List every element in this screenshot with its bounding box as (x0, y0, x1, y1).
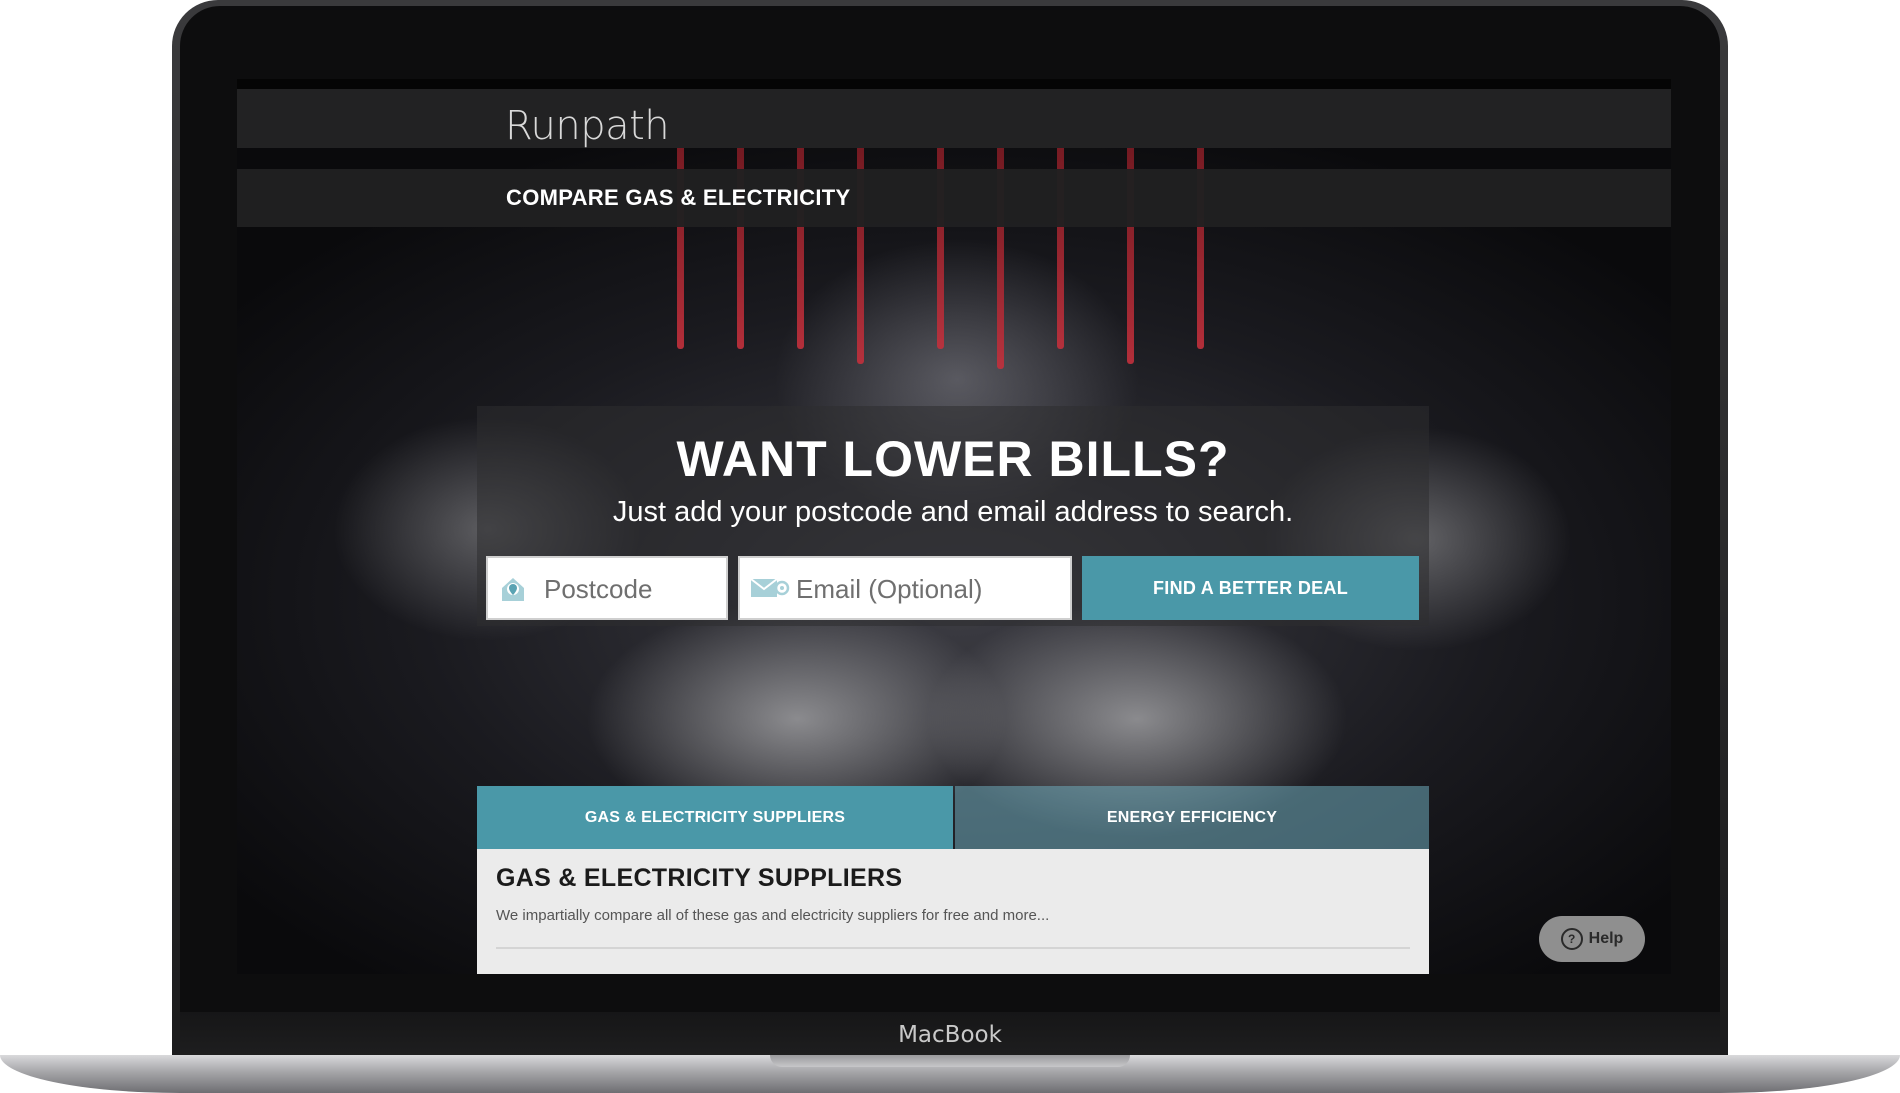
find-better-deal-button[interactable]: FIND A BETTER DEAL (1082, 556, 1419, 620)
site-header: Runpath (237, 79, 1671, 149)
search-panel: WANT LOWER BILLS? Just add your postcode… (477, 406, 1429, 626)
site-logo[interactable]: Runpath (505, 103, 670, 149)
screen: Runpath COMPARE GAS & ELECTRICITY WANT L… (237, 79, 1671, 974)
laptop-notch (770, 1055, 1130, 1067)
email-icon (750, 574, 790, 607)
cable-decoration (1057, 119, 1064, 349)
suppliers-content-card: GAS & ELECTRICITY SUPPLIERS We impartial… (477, 849, 1429, 974)
cable-decoration (797, 119, 804, 349)
postcode-input[interactable] (542, 558, 724, 620)
location-pin-icon (498, 574, 528, 609)
question-circle-icon: ? (1560, 928, 1583, 950)
help-label: Help (1588, 930, 1624, 948)
divider (496, 947, 1410, 949)
postcode-field[interactable] (486, 556, 728, 620)
section-title: GAS & ELECTRICITY SUPPLIERS (496, 864, 903, 892)
tab-gas-electricity-suppliers[interactable]: GAS & ELECTRICITY SUPPLIERS (477, 786, 953, 849)
hero-headline: WANT LOWER BILLS? (676, 431, 1230, 487)
cable-decoration (1197, 119, 1204, 349)
sub-navigation: COMPARE GAS & ELECTRICITY (237, 169, 1671, 227)
cable-decoration (677, 119, 684, 349)
device-model-label: MacBook (898, 1022, 1002, 1048)
tab-energy-efficiency[interactable]: ENERGY EFFICIENCY (955, 786, 1429, 849)
subnav-title[interactable]: COMPARE GAS & ELECTRICITY (506, 185, 850, 211)
email-input[interactable] (794, 558, 1068, 620)
hero-subheadline: Just add your postcode and email address… (612, 496, 1294, 528)
email-field[interactable] (738, 556, 1072, 620)
section-description: We impartially compare all of these gas … (496, 907, 1050, 924)
help-button[interactable]: ? Help (1539, 916, 1645, 962)
tab-bar: GAS & ELECTRICITY SUPPLIERS ENERGY EFFIC… (477, 786, 1429, 849)
cable-decoration (937, 119, 944, 349)
